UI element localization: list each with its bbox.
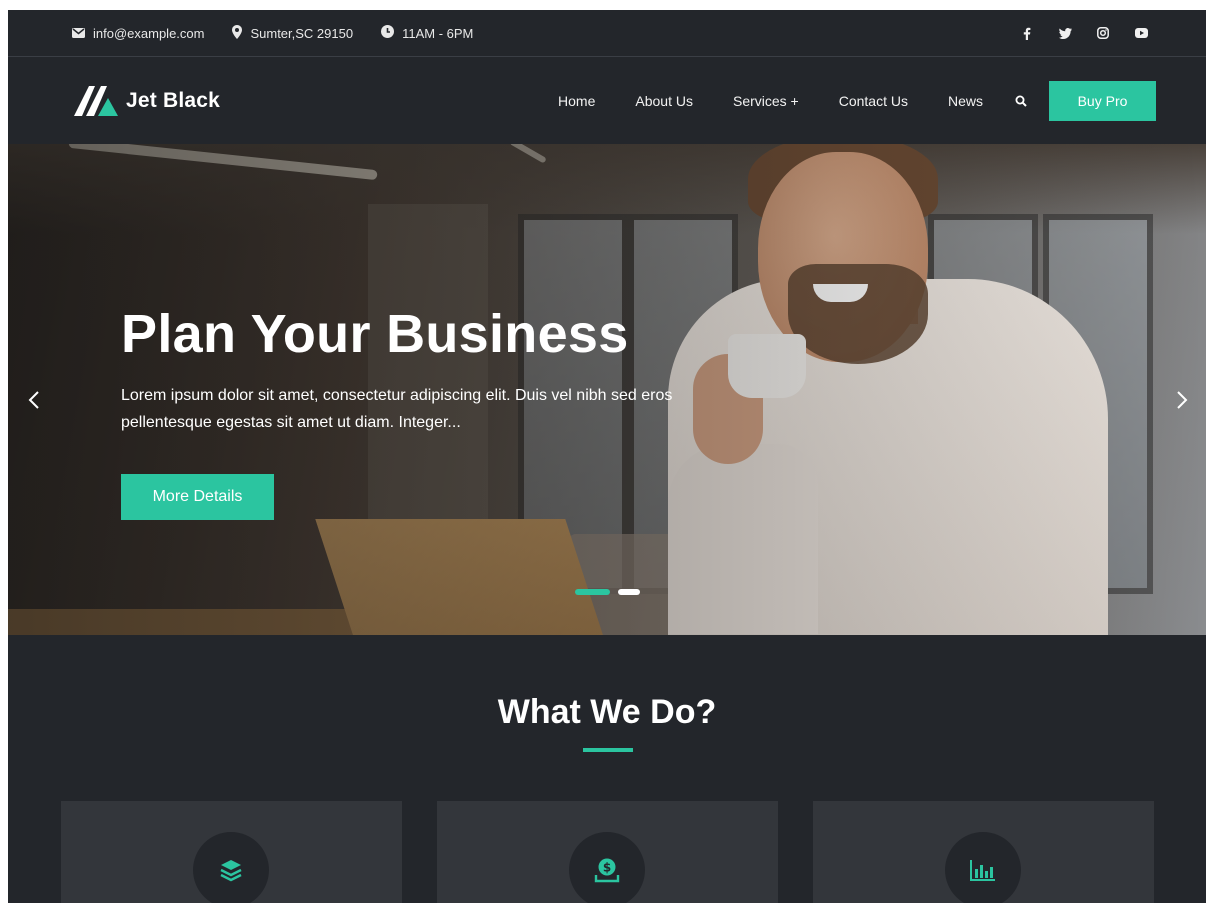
location-text: Sumter,SC 29150 [250,25,354,41]
svg-text:$: $ [603,861,611,875]
nav-item-about-us[interactable]: About Us [635,93,693,109]
bar-chart-icon [945,832,1021,903]
location-info: Sumter,SC 29150 [232,24,354,42]
top-info-bar: info@example.com Sumter,SC 29150 11AM - … [8,10,1206,57]
slide-dot-2[interactable] [618,589,640,595]
hours-text: 11AM - 6PM [402,25,474,41]
logo-mark-icon [74,82,124,121]
hero-caption: Plan Your Business Lorem ipsum dolor sit… [121,304,721,436]
prev-slide-arrow-icon[interactable] [24,388,44,412]
facebook-icon[interactable] [1020,26,1034,40]
nav-item-contact-us[interactable]: Contact Us [839,93,908,109]
nav-menu: Home About Us Services + Contact Us News… [558,81,1156,121]
services-cards: $ [61,801,1154,903]
twitter-icon[interactable] [1058,26,1072,40]
email-info[interactable]: info@example.com [72,26,204,41]
nav-item-services[interactable]: Services + [733,93,799,109]
money-icon: $ [569,832,645,903]
next-slide-arrow-icon[interactable] [1172,388,1192,412]
more-details-button[interactable]: More Details [121,474,274,520]
buy-pro-button[interactable]: Buy Pro [1049,81,1156,121]
instagram-icon[interactable] [1096,26,1110,40]
slide-dot-1[interactable] [575,589,610,595]
slider-pagination [575,589,640,595]
section-title-underline [583,748,633,752]
site-logo[interactable]: Jet Black [74,82,220,121]
contact-info: info@example.com Sumter,SC 29150 11AM - … [72,24,473,42]
email-text: info@example.com [93,25,205,41]
youtube-icon[interactable] [1134,26,1148,40]
search-icon[interactable] [1015,95,1027,107]
service-card[interactable]: $ [437,801,778,903]
layers-icon [193,832,269,903]
main-navigation: Jet Black Home About Us Services + Conta… [8,58,1206,144]
page-frame: info@example.com Sumter,SC 29150 11AM - … [8,10,1206,903]
nav-item-news[interactable]: News [948,93,983,109]
service-card[interactable] [813,801,1154,903]
logo-text: Jet Black [126,89,221,112]
hours-info: 11AM - 6PM [381,25,473,41]
hero-title: Plan Your Business [121,304,629,364]
hero-slider: Plan Your Business Lorem ipsum dolor sit… [8,144,1206,635]
hero-description: Lorem ipsum dolor sit amet, consectetur … [121,387,673,431]
map-pin-icon [232,24,243,42]
section-title: What We Do? [497,693,717,731]
nav-item-home[interactable]: Home [558,93,595,109]
service-card[interactable] [61,801,402,903]
envelope-icon [72,26,85,41]
clock-icon [381,25,395,41]
social-links [1020,26,1148,40]
